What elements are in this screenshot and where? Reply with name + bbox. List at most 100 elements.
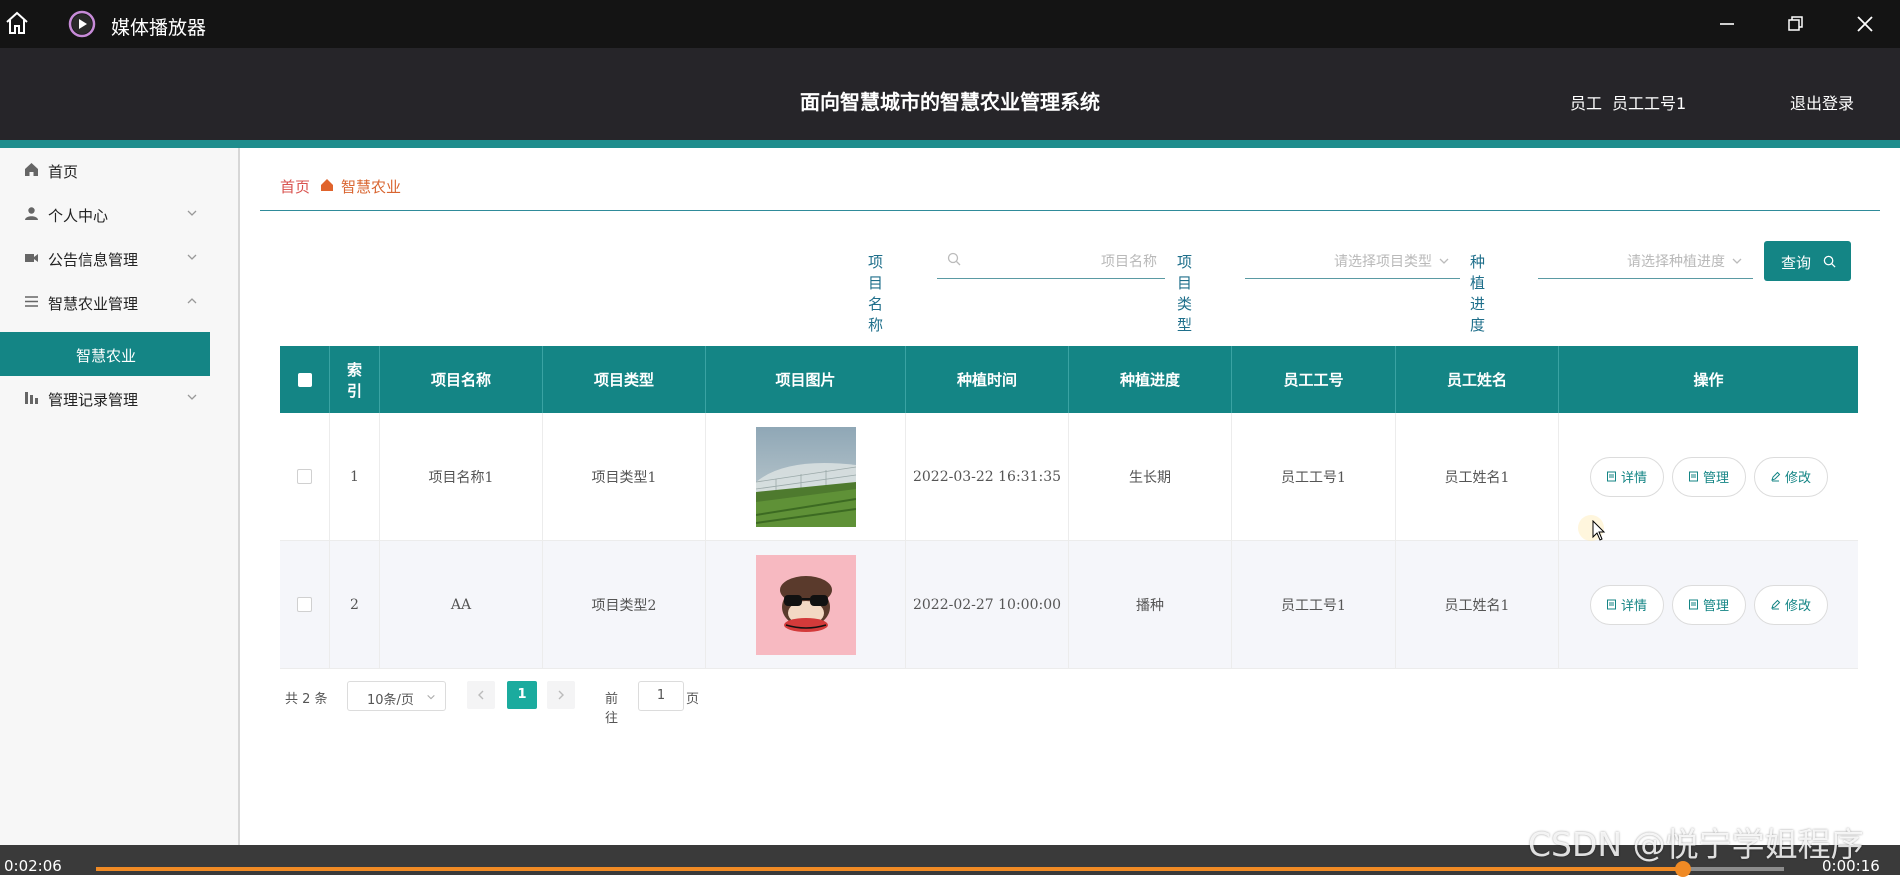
query-button[interactable]: 查询 xyxy=(1764,241,1851,281)
cell-progress: 播种 xyxy=(1069,541,1232,668)
chevron-down-icon xyxy=(1732,258,1742,264)
manage-button-label: 管理 xyxy=(1702,471,1729,486)
cell-emp-name: 员工姓名1 xyxy=(1396,413,1559,540)
breadcrumb: 首页 智慧农业 xyxy=(260,176,1880,211)
plant-progress-placeholder: 请选择种植进度 xyxy=(1627,254,1725,270)
cell-image xyxy=(706,413,906,540)
edit-button[interactable]: 修改 xyxy=(1753,584,1828,625)
col-header-image: 项目图片 xyxy=(706,346,906,413)
plant-progress-select[interactable]: 请选择种植进度 xyxy=(1538,240,1753,279)
notice-icon xyxy=(25,254,38,262)
chevron-up-icon xyxy=(187,298,197,304)
col-header-type: 项目类型 xyxy=(543,346,706,413)
document-icon xyxy=(1606,471,1616,482)
col-header-name: 项目名称 xyxy=(380,346,543,413)
chevron-down-icon xyxy=(187,254,197,260)
select-all-cell xyxy=(280,346,330,413)
select-all-checkbox[interactable] xyxy=(297,372,312,387)
page-size-select[interactable]: 10条/页 xyxy=(347,681,446,711)
edit-icon xyxy=(1771,471,1781,482)
logout-link[interactable]: 退出登录 xyxy=(1790,90,1854,114)
manage-button[interactable]: 管理 xyxy=(1671,456,1746,497)
header-accent-bar xyxy=(0,140,1900,148)
chevron-down-icon xyxy=(187,394,197,400)
sidebar-item-home[interactable]: 首页 xyxy=(0,148,210,192)
search-icon xyxy=(1823,255,1836,268)
seek-bar-progress xyxy=(96,867,1683,871)
close-icon[interactable] xyxy=(1851,10,1879,38)
chevron-down-icon xyxy=(427,694,435,700)
edit-button[interactable]: 修改 xyxy=(1753,456,1828,497)
project-type-select[interactable]: 请选择项目类型 xyxy=(1245,240,1460,279)
home-icon xyxy=(321,179,333,191)
sidebar-item-label: 智慧农业 xyxy=(76,347,137,365)
page-size-value: 10条/页 xyxy=(367,693,414,708)
prev-page-button[interactable] xyxy=(467,681,495,709)
seek-bar[interactable] xyxy=(96,861,1784,877)
chevron-down-icon xyxy=(187,210,197,216)
greenhouse-photo[interactable] xyxy=(755,426,856,527)
cell-emp-no: 员工工号1 xyxy=(1232,413,1396,540)
app-header: 面向智慧城市的智慧农业管理系统 员工 员工工号1 退出登录 xyxy=(0,48,1900,140)
table-row: 2 AA 项目类型2 2022-02-27 10:00:00 播种 员工工号1 … xyxy=(280,541,1858,669)
page-suffix: 页 xyxy=(686,692,700,707)
chevron-down-icon xyxy=(1439,258,1449,264)
query-button-label: 查询 xyxy=(1781,254,1812,272)
row-checkbox[interactable] xyxy=(297,597,312,612)
chevron-right-icon xyxy=(558,690,564,700)
cell-image xyxy=(706,541,906,668)
table-header: 索引 项目名称 项目类型 项目图片 种植时间 种植进度 员工工号 员工姓名 操作 xyxy=(280,346,1858,413)
sidebar-item-smart-agri[interactable]: 智慧农业 xyxy=(0,332,210,376)
sidebar-item-label: 智慧农业管理 xyxy=(48,295,139,313)
chart-icon xyxy=(25,392,38,404)
edit-button-label: 修改 xyxy=(1784,471,1811,486)
restore-icon[interactable] xyxy=(1781,10,1809,38)
minimize-icon[interactable] xyxy=(1713,10,1741,38)
cell-index: 1 xyxy=(330,413,380,540)
time-elapsed: 0:02:06 xyxy=(4,857,62,875)
detail-button[interactable]: 详情 xyxy=(1589,584,1664,625)
cell-progress: 生长期 xyxy=(1069,413,1232,540)
project-name-label: 项目名称 xyxy=(868,253,884,334)
sidebar-item-notice-management[interactable]: 公告信息管理 xyxy=(0,236,210,280)
cell-name: 项目名称1 xyxy=(380,413,543,540)
cell-time: 2022-03-22 16:31:35 xyxy=(906,413,1069,540)
user-name: 员工工号1 xyxy=(1612,94,1687,113)
project-name-input[interactable]: 项目名称 xyxy=(937,240,1165,279)
col-header-emp-no: 员工工号 xyxy=(1232,346,1396,413)
pagination-total: 共 2 条 xyxy=(285,692,328,707)
row-checkbox[interactable] xyxy=(297,469,312,484)
document-icon xyxy=(1688,599,1698,610)
search-icon xyxy=(947,252,961,266)
mouse-cursor-icon xyxy=(1592,520,1606,541)
cell-emp-no: 员工工号1 xyxy=(1232,541,1396,668)
user-role: 员工 xyxy=(1570,94,1603,113)
project-type-placeholder: 请选择项目类型 xyxy=(1334,254,1432,270)
cell-time: 2022-02-27 10:00:00 xyxy=(906,541,1069,668)
goto-page-input[interactable]: 1 xyxy=(638,681,684,711)
sidebar-item-agri-management[interactable]: 智慧农业管理 xyxy=(0,280,210,324)
player-titlebar: 媒体播放器 xyxy=(0,0,1900,48)
sidebar-item-label: 管理记录管理 xyxy=(48,391,139,409)
home-icon xyxy=(25,163,38,176)
breadcrumb-home-link[interactable]: 首页 xyxy=(280,176,310,197)
document-icon xyxy=(1688,471,1698,482)
edit-button-label: 修改 xyxy=(1784,599,1811,614)
detail-button[interactable]: 详情 xyxy=(1589,456,1664,497)
sidebar-item-label: 个人中心 xyxy=(48,207,109,225)
sidebar-item-personal-center[interactable]: 个人中心 xyxy=(0,192,210,236)
col-header-actions: 操作 xyxy=(1693,371,1724,389)
user-icon xyxy=(25,207,38,220)
monkey-cartoon[interactable] xyxy=(755,554,856,655)
cell-type: 项目类型2 xyxy=(543,541,706,668)
manage-button[interactable]: 管理 xyxy=(1671,584,1746,625)
home-icon[interactable] xyxy=(4,10,30,36)
next-page-button[interactable] xyxy=(547,681,575,709)
col-header-progress: 种植进度 xyxy=(1069,346,1232,413)
document-icon xyxy=(1606,599,1616,610)
row-checkbox-cell xyxy=(280,413,330,540)
sidebar-item-record-management[interactable]: 管理记录管理 xyxy=(0,376,210,420)
cell-emp-name: 员工姓名1 xyxy=(1396,541,1559,668)
page-number-current[interactable]: 1 xyxy=(507,681,537,709)
media-player-logo-icon xyxy=(68,10,96,38)
